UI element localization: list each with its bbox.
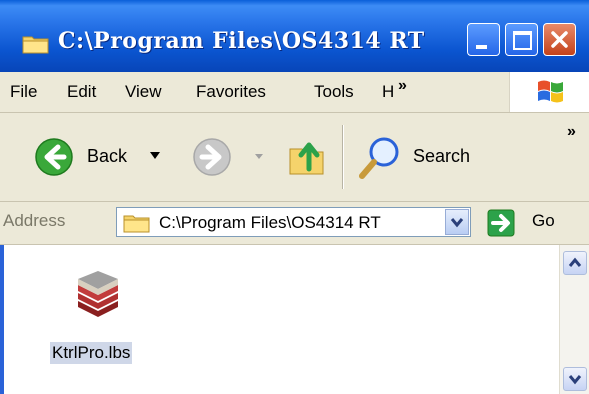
menu-help[interactable]: H (382, 82, 394, 102)
folder-up-icon[interactable] (287, 135, 327, 177)
books-icon (78, 271, 118, 317)
toolbar: Back Search » (0, 113, 589, 202)
address-dropdown-button[interactable] (445, 209, 469, 235)
title-bar[interactable]: C:\Program Files\OS4314 RT (0, 0, 589, 72)
close-button[interactable] (543, 23, 576, 56)
address-bar: Address C:\Program Files\OS4314 RT Go (0, 202, 589, 245)
search-label[interactable]: Search (413, 146, 470, 167)
menu-edit[interactable]: Edit (67, 82, 96, 102)
back-label[interactable]: Back (87, 146, 127, 167)
chevron-up-icon (568, 257, 582, 267)
go-arrow-icon[interactable] (487, 209, 515, 237)
menu-overflow-chevron[interactable]: » (398, 77, 407, 95)
windows-flag-icon (538, 80, 563, 103)
chevron-down-icon (450, 218, 464, 228)
back-dropdown-icon[interactable] (150, 152, 160, 160)
file-name[interactable]: KtrlPro.lbs (50, 342, 133, 364)
file-list-area[interactable]: KtrlPro.lbs (0, 245, 589, 394)
scroll-down-button[interactable] (563, 367, 587, 391)
forward-arrow-icon[interactable] (192, 137, 232, 177)
scroll-up-button[interactable] (563, 251, 587, 275)
window-left-border (0, 245, 4, 394)
address-input[interactable]: C:\Program Files\OS4314 RT (116, 207, 471, 237)
toolbar-overflow-chevron[interactable]: » (567, 123, 576, 141)
menu-bar: File Edit View Favorites Tools H » (0, 72, 589, 113)
folder-icon (22, 36, 49, 54)
go-button[interactable]: Go (532, 211, 555, 231)
search-icon[interactable] (356, 134, 404, 180)
window-title: C:\Program Files\OS4314 RT (58, 28, 425, 54)
explorer-window: C:\Program Files\OS4314 RT File Edit Vie… (0, 0, 589, 394)
windows-logo (509, 72, 589, 112)
back-arrow-icon[interactable] (34, 137, 74, 177)
minimize-button[interactable] (467, 23, 500, 56)
close-icon (551, 31, 568, 48)
maximize-button[interactable] (505, 23, 538, 56)
chevron-down-icon (568, 375, 582, 385)
address-label: Address (3, 211, 66, 230)
menu-tools[interactable]: Tools (314, 82, 354, 102)
folder-icon (123, 215, 150, 233)
vertical-scrollbar[interactable] (559, 245, 589, 394)
forward-dropdown-icon[interactable] (255, 154, 263, 160)
toolbar-separator (342, 125, 344, 189)
menu-view[interactable]: View (125, 82, 162, 102)
file-item[interactable]: KtrlPro.lbs (46, 265, 166, 375)
menu-file[interactable]: File (10, 82, 37, 102)
address-value[interactable]: C:\Program Files\OS4314 RT (159, 213, 381, 233)
menu-favorites[interactable]: Favorites (196, 82, 266, 102)
